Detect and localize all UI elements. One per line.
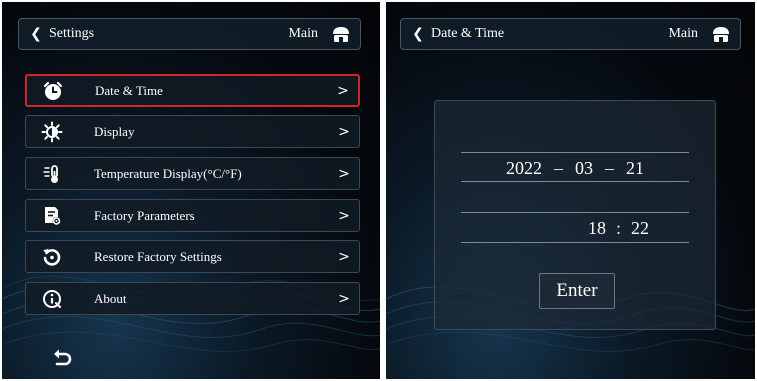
main-label[interactable]: Main — [288, 26, 318, 42]
year-field[interactable]: 2022 — [506, 158, 542, 179]
minute-field[interactable]: 22 — [631, 218, 649, 239]
date-separator: – — [605, 157, 614, 178]
chevron-right-icon: > — [338, 207, 350, 224]
alarm-clock-icon — [31, 76, 75, 105]
header-title: Date & Time — [431, 26, 505, 41]
menu-item-label: Factory Parameters — [94, 207, 195, 223]
divider — [461, 181, 689, 182]
home-icon[interactable] — [330, 23, 352, 45]
time-separator: : — [615, 217, 621, 238]
chevron-right-icon: > — [338, 290, 350, 307]
info-icon — [30, 283, 74, 314]
settings-header: ❮ Settings Main — [18, 18, 361, 50]
thermometer-icon — [30, 158, 74, 189]
date-time-header: ❮ Date & Time Main — [400, 18, 741, 50]
menu-item-factory-parameters[interactable]: Factory Parameters > — [25, 199, 360, 232]
menu-item-label: Temperature Display(°C/°F) — [94, 165, 242, 181]
day-field[interactable]: 21 — [626, 158, 644, 179]
hour-field[interactable]: 18 — [588, 218, 606, 239]
header-title: Settings — [49, 26, 95, 41]
back-chevron-icon[interactable]: ❮ — [19, 26, 47, 42]
chevron-right-icon: > — [338, 123, 350, 140]
main-label[interactable]: Main — [668, 26, 698, 42]
date-time-picker: 2022 – 03 – 21 18 : 22 Enter — [434, 100, 716, 330]
menu-item-label: Restore Factory Settings — [94, 248, 222, 264]
chevron-right-icon: > — [338, 248, 350, 265]
menu-item-temperature-display[interactable]: Temperature Display(°C/°F) > — [25, 157, 360, 190]
back-chevron-icon[interactable]: ❮ — [401, 26, 429, 42]
chevron-right-icon: > — [337, 82, 349, 99]
menu-item-label: Display — [94, 123, 135, 139]
home-icon[interactable] — [710, 23, 732, 45]
divider — [461, 242, 689, 243]
chevron-right-icon: > — [338, 165, 350, 182]
restore-icon — [30, 241, 74, 272]
brightness-icon — [30, 116, 74, 147]
menu-item-restore-factory-settings[interactable]: Restore Factory Settings > — [25, 240, 360, 273]
date-separator: – — [554, 157, 563, 178]
menu-item-label: About — [94, 290, 127, 306]
time-picker-row: 18 : 22 — [461, 213, 689, 243]
menu-item-about[interactable]: About > — [25, 282, 360, 315]
settings-screen: ❮ Settings Main Date & Time > Display > … — [2, 2, 380, 379]
menu-item-date-time[interactable]: Date & Time > — [25, 74, 360, 107]
enter-button[interactable]: Enter — [539, 273, 615, 309]
date-time-screen: ❮ Date & Time Main 2022 – 03 – 21 18 : 2… — [386, 2, 755, 379]
return-icon[interactable] — [50, 348, 76, 370]
menu-item-display[interactable]: Display > — [25, 115, 360, 148]
factory-settings-icon — [30, 200, 74, 231]
date-picker-row: 2022 – 03 – 21 — [461, 153, 689, 183]
menu-item-label: Date & Time — [95, 82, 163, 98]
month-field[interactable]: 03 — [575, 158, 593, 179]
